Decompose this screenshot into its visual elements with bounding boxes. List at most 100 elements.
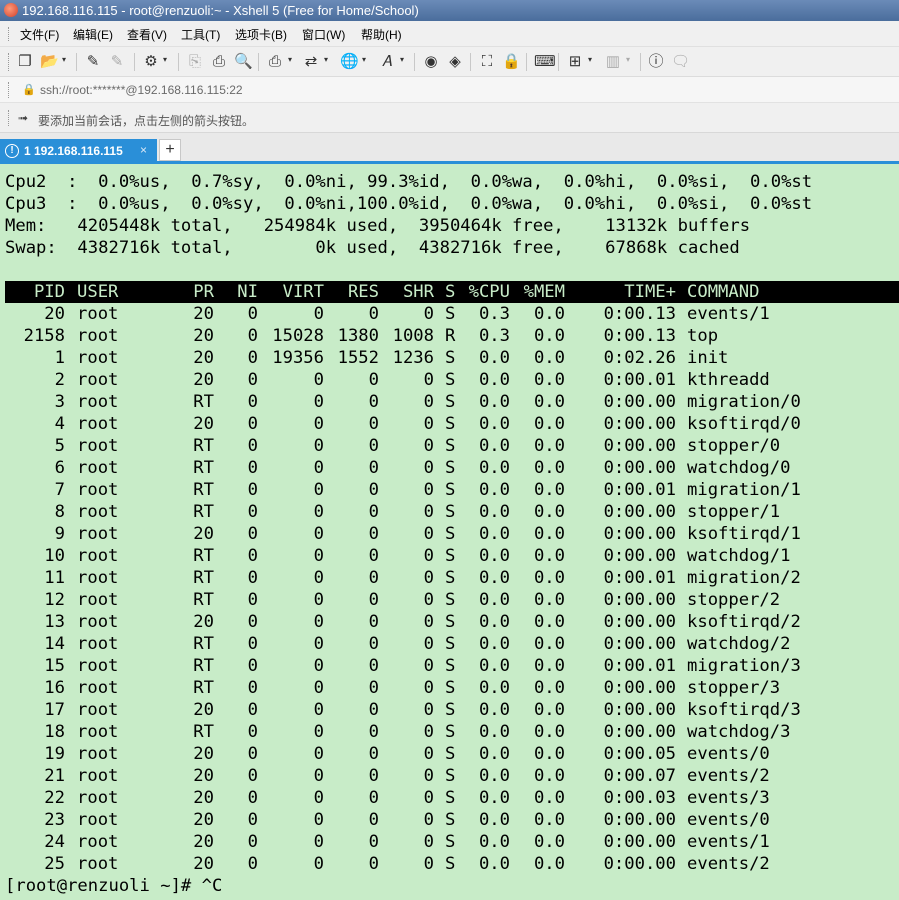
- process-row: 21 root 20 0 0 0 0 S 0.0 0.0 0:00.07 events/2: [5, 765, 899, 787]
- find-icon[interactable]: 🔍: [234, 53, 253, 71]
- cell-shr: 0: [423, 766, 434, 786]
- cell-command: watchdog/1: [687, 546, 791, 566]
- cell-res: 0: [368, 304, 379, 324]
- cell-virt: 0: [313, 700, 324, 720]
- cell-s: S: [445, 414, 456, 434]
- layout-dropdown-icon[interactable]: ▾: [626, 56, 632, 64]
- tab-session-1[interactable]: ! 1 192.168.116.115 ×: [0, 139, 157, 164]
- new-tab-button[interactable]: +: [159, 139, 181, 161]
- help-icon[interactable]: ⓘ: [647, 53, 665, 71]
- transfer-icon[interactable]: ⇄: [302, 53, 320, 71]
- properties-icon[interactable]: ⚙: [142, 53, 160, 71]
- add-tab-icon[interactable]: ⊞: [566, 53, 584, 71]
- process-row: 23 root 20 0 0 0 0 S 0.0 0.0 0:00.00 events/0: [5, 809, 899, 831]
- font-icon[interactable]: 𝐴: [378, 53, 396, 71]
- cell-ni: 0: [247, 810, 258, 830]
- cell-command: stopper/1: [687, 502, 781, 522]
- cell-res: 0: [368, 656, 379, 676]
- tab-close-icon[interactable]: ×: [140, 143, 147, 157]
- summary-line: Cpu3 : 0.0%us, 0.0%sy, 0.0%ni,100.0%id, …: [5, 194, 813, 214]
- disconnect-icon[interactable]: ✎: [108, 53, 126, 71]
- menu-file[interactable]: 文件(F): [20, 26, 59, 43]
- cell-time: 0:00.00: [603, 810, 676, 830]
- cell-mem: 0.0: [533, 810, 565, 830]
- open-folder-icon[interactable]: 📂: [40, 53, 59, 71]
- cell-user: root: [77, 414, 119, 434]
- cell-ni: 0: [247, 392, 258, 412]
- cell-s: S: [445, 348, 456, 368]
- globe-icon[interactable]: 🌐: [340, 53, 359, 71]
- session-address[interactable]: ssh://root:*******@192.168.116.115:22: [40, 83, 243, 97]
- lock-icon[interactable]: 🔒: [502, 53, 521, 71]
- cell-pr: RT: [193, 590, 214, 610]
- process-row: 17 root 20 0 0 0 0 S 0.0 0.0 0:00.00 ksoftirqd/3: [5, 699, 899, 721]
- cell-mem: 0.0: [533, 326, 565, 346]
- open-dropdown-icon[interactable]: ▾: [62, 56, 68, 64]
- print-dropdown-icon[interactable]: ▾: [288, 56, 294, 64]
- cell-time: 0:00.03: [603, 788, 676, 808]
- cell-mem: 0.0: [533, 612, 565, 632]
- cell-virt: 0: [313, 524, 324, 544]
- cell-pr: 20: [193, 326, 214, 346]
- cell-virt: 0: [313, 370, 324, 390]
- cell-virt: 0: [313, 502, 324, 522]
- cell-pid: 21: [44, 766, 65, 786]
- toolbar: ❐ 📂 ▾ ✎ ✎ ⚙ ▾ ⎘ ⎙ 🔍 ⎙ ▾ ⇄ ▾ 🌐 ▾ 𝐴 ▾ ◉ ◈ …: [0, 47, 899, 77]
- cell-pid: 7: [54, 480, 65, 500]
- cell-pr: RT: [193, 634, 214, 654]
- cell-pid: PID: [33, 282, 65, 302]
- add-tab-dropdown-icon[interactable]: ▾: [588, 56, 594, 64]
- globe-dropdown-icon[interactable]: ▾: [362, 56, 368, 64]
- layout-icon[interactable]: ▥: [604, 53, 622, 71]
- chat-icon[interactable]: 🗨: [671, 53, 690, 71]
- process-row: 12 root RT 0 0 0 0 S 0.0 0.0 0:00.00 stopper/2: [5, 589, 899, 611]
- cell-command: stopper/3: [687, 678, 781, 698]
- menu-tabs[interactable]: 选项卡(B): [235, 26, 287, 43]
- process-row: 7 root RT 0 0 0 0 S 0.0 0.0 0:00.01 migration/1: [5, 479, 899, 501]
- menu-tools[interactable]: 工具(T): [181, 26, 220, 43]
- toolbar-separator: [526, 53, 527, 71]
- cell-res: 0: [368, 744, 379, 764]
- xmanager-icon[interactable]: ◈: [446, 53, 464, 71]
- cell-s: S: [445, 854, 456, 874]
- cell-cpu: 0.0: [478, 480, 510, 500]
- cell-pid: 1: [54, 348, 65, 368]
- menu-edit[interactable]: 编辑(E): [73, 26, 113, 43]
- cell-user: root: [77, 546, 119, 566]
- cell-pid: 13: [44, 612, 65, 632]
- cell-shr: 0: [423, 480, 434, 500]
- cell-user: root: [77, 370, 119, 390]
- cell-mem: 0.0: [533, 414, 565, 434]
- paste-icon[interactable]: ⎙: [210, 53, 228, 71]
- cell-cpu: 0.0: [478, 766, 510, 786]
- cell-mem: 0.0: [533, 436, 565, 456]
- cell-mem: 0.0: [533, 480, 565, 500]
- cell-pid: 20: [44, 304, 65, 324]
- cell-virt: 0: [313, 436, 324, 456]
- menu-view[interactable]: 查看(V): [127, 26, 167, 43]
- arrow-add-session-icon[interactable]: ➟: [18, 111, 32, 125]
- cell-s: S: [445, 612, 456, 632]
- cell-virt: 0: [313, 722, 324, 742]
- window-titlebar[interactable]: 192.168.116.115 - root@renzuoli:~ - Xshe…: [0, 0, 899, 21]
- terminal-output[interactable]: Cpu2 : 0.0%us, 0.7%sy, 0.0%ni, 99.3%id, …: [0, 167, 899, 900]
- cell-res: 0: [368, 634, 379, 654]
- connect-icon[interactable]: ✎: [84, 53, 102, 71]
- cell-s: S: [445, 656, 456, 676]
- properties-dropdown-icon[interactable]: ▾: [163, 56, 169, 64]
- process-row: 2 root 20 0 0 0 0 S 0.0 0.0 0:00.01 kthreadd: [5, 369, 899, 391]
- shell-prompt: [root@renzuoli ~]# ^C: [5, 876, 223, 896]
- print-icon[interactable]: ⎙: [266, 53, 284, 71]
- copy-icon[interactable]: ⎘: [186, 53, 204, 71]
- menu-window[interactable]: 窗口(W): [302, 26, 345, 43]
- transfer-dropdown-icon[interactable]: ▾: [324, 56, 330, 64]
- cell-pr: RT: [193, 546, 214, 566]
- menu-help[interactable]: 帮助(H): [361, 26, 402, 43]
- new-session-icon[interactable]: ❐: [16, 53, 34, 71]
- keyboard-icon[interactable]: ⌨: [534, 53, 556, 71]
- font-dropdown-icon[interactable]: ▾: [400, 56, 406, 64]
- cell-s: S: [445, 788, 456, 808]
- xftp-icon[interactable]: ◉: [422, 53, 440, 71]
- cell-command: COMMAND: [687, 282, 760, 302]
- fullscreen-icon[interactable]: ⛶: [478, 53, 496, 71]
